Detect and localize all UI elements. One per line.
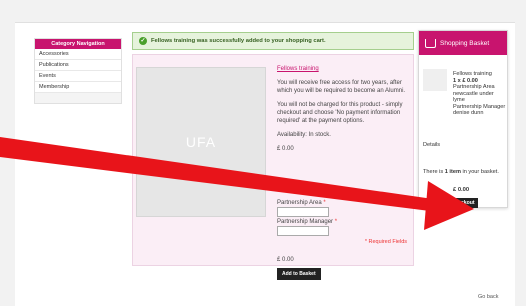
basket-details-link[interactable]: Details <box>423 142 440 148</box>
basket-icon <box>425 38 436 48</box>
required-star: * <box>323 200 326 206</box>
partnership-manager-label: Partnership Manager <box>277 219 334 225</box>
required-star: * <box>334 219 338 225</box>
required-fields-note: * Required Fields <box>364 239 407 245</box>
add-to-basket-button[interactable]: Add to Basket <box>277 268 321 280</box>
basket-body: Fellows training 1 x £ 0.00 Partnership … <box>419 55 507 208</box>
sidebar-item-accessories[interactable]: Accessories <box>35 49 121 60</box>
basket-header: Shopping Basket <box>419 31 507 55</box>
product-price-total: £ 0.00 <box>277 257 294 263</box>
partnership-area-input[interactable] <box>277 207 329 217</box>
basket-buttons: Basket Checkout <box>423 198 478 208</box>
basket-count: There is 1 item in your basket. <box>423 169 505 176</box>
product-description-2: You will not be charged for this product… <box>277 102 403 124</box>
product-availability: Availability: In stock. <box>277 132 331 138</box>
basket-item-manager: Partnership Manager denise dunn <box>453 103 506 117</box>
check-icon: ✓ <box>139 37 147 45</box>
category-navigation: Category Navigation Accessories Publicat… <box>34 38 122 104</box>
checkout-button[interactable]: Checkout <box>448 198 478 208</box>
product-panel: UFA Fellows training You will receive fr… <box>132 54 414 280</box>
sidebar-item-membership[interactable]: Membership <box>35 82 121 93</box>
basket-total: £ 0.00 <box>453 187 470 193</box>
basket-item-thumbnail[interactable] <box>423 69 447 91</box>
shopping-basket: Shopping Basket Fellows training 1 x £ 0… <box>418 30 508 208</box>
basket-count-post: in your basket. <box>460 169 499 175</box>
success-notice: ✓ Fellows training was successfully adde… <box>132 32 414 50</box>
view-basket-button[interactable]: Basket <box>423 198 447 208</box>
product-image-logo: UFA <box>185 134 217 150</box>
success-message: Fellows training was successfully added … <box>151 38 326 44</box>
product-image: UFA <box>136 67 266 217</box>
product-info: Fellows training You will receive free a… <box>277 65 407 280</box>
partnership-area-label: Partnership Area <box>277 200 322 206</box>
basket-title: Shopping Basket <box>440 39 490 47</box>
product-price: £ 0.00 <box>277 146 294 152</box>
sidebar-footer <box>35 93 121 103</box>
basket-count-pre: There is <box>423 169 445 175</box>
sidebar-item-publications[interactable]: Publications <box>35 60 121 71</box>
partnership-manager-input[interactable] <box>277 226 329 236</box>
category-navigation-title: Category Navigation <box>35 39 121 49</box>
sidebar-item-events[interactable]: Events <box>35 71 121 82</box>
basket-item: Fellows training 1 x £ 0.00 Partnership … <box>453 71 507 117</box>
product-title-link[interactable]: Fellows training <box>277 66 319 72</box>
basket-item-area: Partnership Area newcastle under lyme <box>453 84 495 103</box>
go-back-link[interactable]: Go back <box>478 294 498 300</box>
basket-count-number: 1 item <box>444 169 461 175</box>
product-description-1: You will receive free access for two yea… <box>277 80 406 94</box>
